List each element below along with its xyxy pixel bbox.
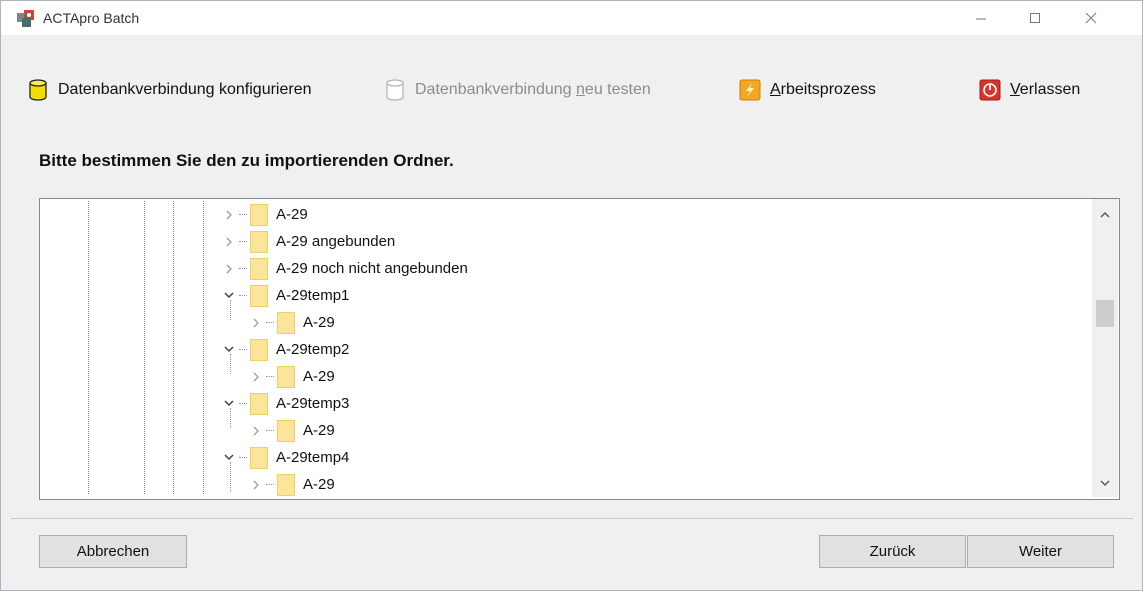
app-window: ACTApro Batch Datenbankverbindung konfig… [0, 0, 1143, 591]
power-icon [979, 79, 1001, 101]
tree-node-label: A-29temp4 [276, 449, 350, 466]
tree-node[interactable]: A-29 angebunden [222, 228, 395, 255]
tree-node-label: A-29 noch nicht angebunden [276, 260, 468, 277]
chevron-right-icon[interactable] [249, 478, 263, 492]
tree-node-label: A-29 [303, 422, 335, 439]
chevron-right-icon[interactable] [222, 262, 236, 276]
tree-guide-line [203, 201, 204, 494]
title-bar: ACTApro Batch [1, 1, 1142, 35]
tree-node[interactable]: A-29temp1 [222, 282, 349, 309]
retest-db-label: Datenbankverbindung neu testen [415, 81, 651, 98]
folder-icon [250, 257, 268, 280]
retest-db-button[interactable]: Datenbankverbindung neu testen [384, 77, 651, 103]
folder-icon [250, 392, 268, 415]
tree-node-label: A-29 [303, 314, 335, 331]
folder-icon [250, 230, 268, 253]
chevron-right-icon[interactable] [222, 235, 236, 249]
folder-icon [277, 419, 295, 442]
tree-guide-line [173, 201, 174, 494]
tree-node[interactable]: A-29 [222, 201, 308, 228]
leave-button[interactable]: Verlassen [979, 77, 1080, 103]
separator [11, 518, 1133, 519]
close-button[interactable] [1069, 1, 1113, 35]
chevron-right-icon[interactable] [249, 424, 263, 438]
tree-guide-line [144, 201, 145, 494]
tree-node-label: A-29temp3 [276, 395, 350, 412]
folder-icon [277, 473, 295, 496]
app-icon [17, 10, 35, 28]
tree-node[interactable]: A-29 [249, 363, 335, 390]
chevron-down-icon[interactable] [222, 289, 236, 303]
folder-icon [250, 446, 268, 469]
tree-node[interactable]: A-29 [249, 471, 335, 498]
tree-node-label: A-29 angebunden [276, 233, 396, 250]
tree-node-label: A-29 [303, 368, 335, 385]
lightning-icon [739, 79, 761, 101]
process-label: Arbeitsprozess [770, 81, 876, 98]
chevron-right-icon[interactable] [222, 208, 236, 222]
tree-node-label: A-29temp1 [276, 287, 350, 304]
next-button[interactable]: Weiter [967, 535, 1114, 568]
tree-node[interactable]: A-29temp3 [222, 390, 349, 417]
database-outline-icon [384, 79, 406, 101]
tree-node[interactable]: A-29 [249, 309, 335, 336]
tree-node-label: A-29 [303, 476, 335, 493]
minimize-button[interactable] [959, 1, 1003, 35]
chevron-right-icon[interactable] [249, 370, 263, 384]
chevron-down-icon[interactable] [222, 397, 236, 411]
cancel-button[interactable]: Abbrechen [39, 535, 187, 568]
prompt-text: Bitte bestimmen Sie den zu importierende… [39, 151, 454, 170]
tree-node-label: A-29 [276, 206, 308, 223]
leave-label: Verlassen [1010, 81, 1081, 98]
folder-icon [250, 284, 268, 307]
database-yellow-icon [27, 79, 49, 101]
folder-tree[interactable]: A-29 A-29 angebunden A-29 noch nicht angeb… [39, 198, 1120, 500]
chevron-down-icon[interactable] [222, 343, 236, 357]
process-button[interactable]: Arbeitsprozess [739, 77, 876, 103]
configure-db-label: Datenbankverbindung konfigurieren [58, 81, 312, 98]
tree-node[interactable]: A-29temp4 [222, 444, 349, 471]
maximize-button[interactable] [1013, 1, 1057, 35]
tree-guide-line [88, 201, 89, 494]
tree-node[interactable]: A-29 noch nicht angebunden [222, 255, 468, 282]
chevron-right-icon[interactable] [249, 316, 263, 330]
folder-icon [250, 338, 268, 361]
back-button[interactable]: Zurück [819, 535, 966, 568]
tree-node[interactable]: A-29 [249, 417, 335, 444]
folder-icon [277, 365, 295, 388]
vertical-scrollbar[interactable] [1092, 199, 1118, 497]
tree-node[interactable]: A-29temp2 [222, 336, 349, 363]
configure-db-button[interactable]: Datenbankverbindung konfigurieren [27, 77, 312, 103]
chevron-down-icon[interactable] [222, 451, 236, 465]
folder-icon [250, 203, 268, 226]
scroll-up-icon[interactable] [1092, 205, 1118, 225]
window-title: ACTApro Batch [43, 10, 140, 26]
tree-node-label: A-29temp2 [276, 341, 350, 358]
folder-icon [277, 311, 295, 334]
scrollbar-thumb[interactable] [1096, 300, 1114, 327]
scroll-down-icon[interactable] [1092, 473, 1118, 493]
